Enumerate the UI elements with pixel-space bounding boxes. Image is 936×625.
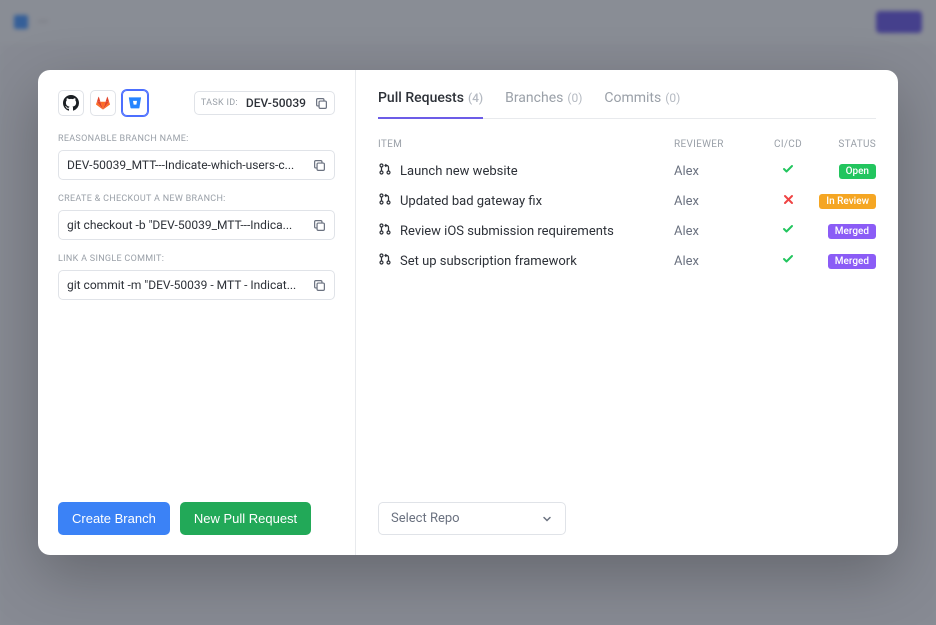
task-id-value: DEV-50039 [246,96,306,110]
branch-name-label: REASONABLE BRANCH NAME: [58,134,335,144]
branch-name-input[interactable]: DEV-50039_MTT---Indicate-which-users-c..… [58,150,335,180]
status-badge: Open [839,164,876,179]
status-cell: Merged [816,253,876,269]
table-row[interactable]: Review iOS submission requirements Alex Me… [378,216,876,246]
copy-icon[interactable] [314,96,328,110]
item-cell: Set up subscription framework [378,252,674,270]
pr-icon [378,162,392,180]
tabs: Pull Requests (4) Branches (0) Commits (0) [378,90,876,119]
select-repo-label: Select Repo [391,511,460,526]
pr-icon [378,222,392,240]
table-row[interactable]: Launch new website Alex Open [378,156,876,186]
gitlab-icon[interactable] [90,90,116,116]
modal-left-panel: TASK ID: DEV-50039 REASONABLE BRANCH NAM… [38,70,356,555]
tab-label: Commits [604,90,661,106]
tab-branches[interactable]: Branches (0) [505,90,582,118]
tab-commits[interactable]: Commits (0) [604,90,680,118]
checkout-label: CREATE & CHECKOUT A NEW BRANCH: [58,194,335,204]
item-cell: Updated bad gateway fix [378,192,674,210]
col-reviewer: REVIEWER [674,139,760,150]
status-cell: Merged [816,223,876,239]
tab-count: (0) [567,91,582,105]
github-icon[interactable] [58,90,84,116]
reviewer-cell: Alex [674,224,760,239]
tab-label: Branches [505,90,563,106]
copy-icon[interactable] [312,278,326,292]
col-cicd: CI/CD [760,139,816,150]
tab-count: (4) [468,91,483,105]
tab-pull-requests[interactable]: Pull Requests (4) [378,90,483,119]
item-cell: Launch new website [378,162,674,180]
pr-icon [378,192,392,210]
table-body: Launch new website Alex Open Updated bad ga… [378,156,876,276]
table-header: ITEM REVIEWER CI/CD STATUS [378,133,876,156]
modal-right-panel: Pull Requests (4) Branches (0) Commits (0) IT… [356,70,898,555]
new-pr-button[interactable]: New Pull Request [180,502,311,535]
table-row[interactable]: Updated bad gateway fix Alex In Review [378,186,876,216]
pr-title: Review iOS submission requirements [400,224,614,239]
commit-input[interactable]: git commit -m "DEV-50039 - MTT - Indicat… [58,270,335,300]
pr-title: Launch new website [400,164,518,179]
cicd-cell [760,162,816,180]
table-row[interactable]: Set up subscription framework Alex Merged [378,246,876,276]
cicd-cell [760,252,816,270]
pr-title: Set up subscription framework [400,254,577,269]
col-status: STATUS [816,139,876,150]
select-repo-dropdown[interactable]: Select Repo [378,502,566,535]
cicd-cell [760,222,816,240]
cicd-cell [760,193,816,210]
status-cell: In Review [816,193,876,209]
task-id-box: TASK ID: DEV-50039 [194,91,335,115]
pr-icon [378,252,392,270]
status-badge: Merged [828,254,876,269]
reviewer-cell: Alex [674,164,760,179]
status-badge: Merged [828,224,876,239]
status-badge: In Review [819,194,876,209]
bitbucket-icon[interactable] [122,90,148,116]
chevron-down-icon [541,513,553,525]
tab-label: Pull Requests [378,90,464,106]
tab-count: (0) [665,91,680,105]
git-modal: TASK ID: DEV-50039 REASONABLE BRANCH NAM… [38,70,898,555]
task-id-label: TASK ID: [201,98,238,108]
create-branch-button[interactable]: Create Branch [58,502,170,535]
copy-icon[interactable] [312,158,326,172]
commit-label: LINK A SINGLE COMMIT: [58,254,335,264]
status-cell: Open [816,163,876,179]
col-item: ITEM [378,139,674,150]
reviewer-cell: Alex [674,194,760,209]
item-cell: Review iOS submission requirements [378,222,674,240]
provider-icons [58,90,148,116]
copy-icon[interactable] [312,218,326,232]
reviewer-cell: Alex [674,254,760,269]
checkout-input[interactable]: git checkout -b "DEV-50039_MTT---Indica.… [58,210,335,240]
pr-title: Updated bad gateway fix [400,194,542,209]
